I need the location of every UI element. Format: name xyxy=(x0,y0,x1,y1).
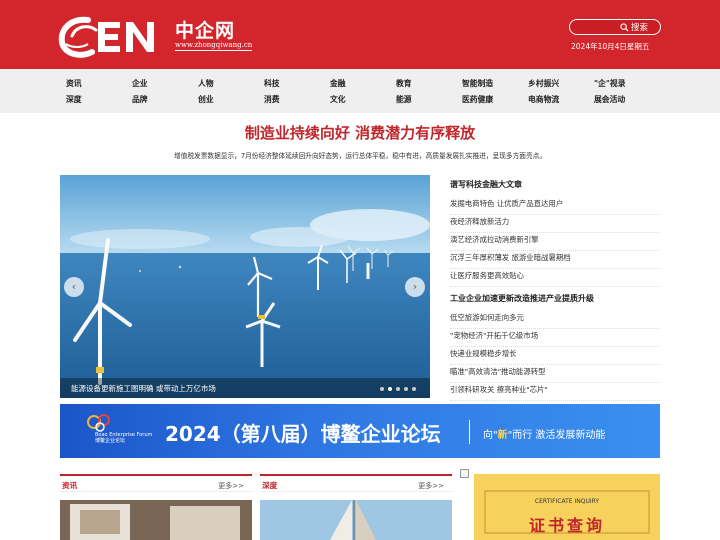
thumbnail-image xyxy=(260,500,452,540)
nav-item-nengyuan[interactable]: 能源 xyxy=(396,94,412,105)
banner-divider xyxy=(469,420,470,444)
news-group-title[interactable]: 谱写科技金融大文章 xyxy=(450,179,522,190)
slider-next-button[interactable]: › xyxy=(405,277,425,297)
news-item[interactable]: 低空旅游如何走向多元 xyxy=(450,312,660,329)
slogan-part: 向" xyxy=(483,430,498,441)
news-item[interactable]: 夜经济释放新活力 xyxy=(450,216,660,233)
headline-summary: 增值税发票数据显示，7月份经济整体延续回升向好态势，运行总体平稳，稳中有进，高质… xyxy=(173,152,547,160)
nav-item-zhanhuihuodong[interactable]: 展会活动 xyxy=(594,94,625,105)
news-item[interactable]: 让医疗服务更高效贴心 xyxy=(450,270,660,287)
logo-chinese-text: 中企网 xyxy=(175,20,236,42)
nav-item-qiye[interactable]: 企业 xyxy=(132,78,148,89)
slider-caption-bar: 能源设备更新施工图明确 或带动上万亿市场 xyxy=(60,378,430,398)
forum-logo-cn: 博鳌企业论坛 xyxy=(95,438,126,444)
wind-farm-image xyxy=(60,175,430,398)
forum-logo-text: Boao Enterprise Forum 博鳌企业论坛 xyxy=(95,432,152,444)
search-input[interactable] xyxy=(576,22,622,33)
section-more-link[interactable]: 更多>> xyxy=(218,481,244,491)
nav-item-chuangye[interactable]: 创业 xyxy=(198,94,214,105)
nav-item-zhinengzhizao[interactable]: 智能制造 xyxy=(462,78,493,89)
news-item[interactable]: "宠物经济"开拓千亿级市场 xyxy=(450,330,660,347)
nav-item-jiaoyu[interactable]: 教育 xyxy=(396,78,412,89)
news-item[interactable]: 快递业规模稳步增长 xyxy=(450,348,660,365)
section-title[interactable]: 深度 xyxy=(262,480,277,491)
slider-dot-active[interactable] xyxy=(388,387,392,391)
slider-prev-button[interactable]: ‹ xyxy=(64,277,84,297)
nav-item-renwu[interactable]: 人物 xyxy=(198,78,214,89)
forum-banner-slogan: 向"新"而行 激活发展新动能 xyxy=(483,426,605,441)
news-item[interactable]: 引领科研攻关 擦亮种业"芯片" xyxy=(450,384,660,401)
site-logo[interactable]: 中企网 www.zhongqiwang.cn xyxy=(58,14,253,58)
section-more-link[interactable]: 更多>> xyxy=(418,481,444,491)
forum-logo-icon xyxy=(87,414,110,432)
news-item[interactable]: 沉浮三年厚积薄发 旅游业暗战暑期档 xyxy=(450,252,660,269)
slider-caption[interactable]: 能源设备更新施工图明确 或带动上万亿市场 xyxy=(71,383,216,394)
cen-logo-icon xyxy=(58,16,154,58)
nav-item-xiangcunzhenxing[interactable]: 乡村振兴 xyxy=(528,78,559,89)
search-button[interactable]: 搜索 xyxy=(620,21,648,33)
main-nav: 资讯 深度 企业 品牌 人物 创业 科技 消费 金融 文化 教育 能源 智能制造… xyxy=(0,69,720,113)
nav-item-jinrong[interactable]: 金融 xyxy=(330,78,346,89)
slider-dot[interactable] xyxy=(396,387,400,391)
broken-image-icon xyxy=(460,469,469,478)
logo-url-text: www.zhongqiwang.cn xyxy=(175,41,253,51)
section-header-shendu: 深度 更多>> xyxy=(260,474,452,492)
forum-banner-title: 2024（第八届）博鳌企业论坛 xyxy=(165,422,441,446)
slider-dots xyxy=(380,387,416,391)
news-item[interactable]: 发掘电商特色 让优质产品直达用户 xyxy=(450,198,660,215)
search-icon xyxy=(620,22,629,32)
certificate-inquiry-en: CERTIFICATE INQUIRY xyxy=(534,498,600,505)
search-box: 搜索 xyxy=(569,19,661,35)
section-header-zixun: 资讯 更多>> xyxy=(60,474,252,492)
slogan-part: "而行 激活发展新动能 xyxy=(507,430,606,441)
news-item[interactable]: 演艺经济成拉动消费新引擎 xyxy=(450,234,660,251)
nav-item-shendu[interactable]: 深度 xyxy=(66,94,82,105)
certificate-inquiry-cn: 证书查询 xyxy=(528,516,605,535)
image-slider[interactable]: ‹ › 能源设备更新施工图明确 或带动上万亿市场 xyxy=(60,175,430,398)
news-item[interactable]: 瞄准"高效清洁"推动能源转型 xyxy=(450,366,660,383)
nav-item-yiyaojiankang[interactable]: 医药健康 xyxy=(462,94,493,105)
section-title[interactable]: 资讯 xyxy=(62,480,77,491)
headline-title[interactable]: 制造业持续向好 消费潜力有序释放 xyxy=(0,122,720,143)
site-header: 中企网 www.zhongqiwang.cn 搜索 2024年10月4日星期五 xyxy=(0,0,720,69)
slider-dot[interactable] xyxy=(412,387,416,391)
current-date: 2024年10月4日星期五 xyxy=(571,42,650,51)
nav-item-xiaofei[interactable]: 消费 xyxy=(264,94,280,105)
nav-item-keji[interactable]: 科技 xyxy=(264,78,280,89)
nav-item-qishilu[interactable]: "企"视录 xyxy=(594,78,626,89)
slogan-highlight: 新 xyxy=(497,430,508,441)
nav-item-dianshangwuliu[interactable]: 电商物流 xyxy=(528,94,559,105)
nav-item-zixun[interactable]: 资讯 xyxy=(66,78,82,89)
news-thumbnail[interactable] xyxy=(60,500,252,540)
slider-dot[interactable] xyxy=(380,387,384,391)
nav-item-pinpai[interactable]: 品牌 xyxy=(132,94,148,105)
forum-banner[interactable]: Boao Enterprise Forum 博鳌企业论坛 2024（第八届）博鳌… xyxy=(60,404,660,458)
certificate-inquiry-banner[interactable]: CERTIFICATE INQUIRY 证书查询 xyxy=(474,474,660,540)
thumbnail-image xyxy=(60,500,252,540)
news-group-title[interactable]: 工业企业加速更新改造推进产业提质升级 xyxy=(450,293,594,304)
slider-dot[interactable] xyxy=(404,387,408,391)
search-button-label: 搜索 xyxy=(631,23,649,33)
nav-item-wenhua[interactable]: 文化 xyxy=(330,94,346,105)
news-thumbnail[interactable] xyxy=(260,500,452,540)
